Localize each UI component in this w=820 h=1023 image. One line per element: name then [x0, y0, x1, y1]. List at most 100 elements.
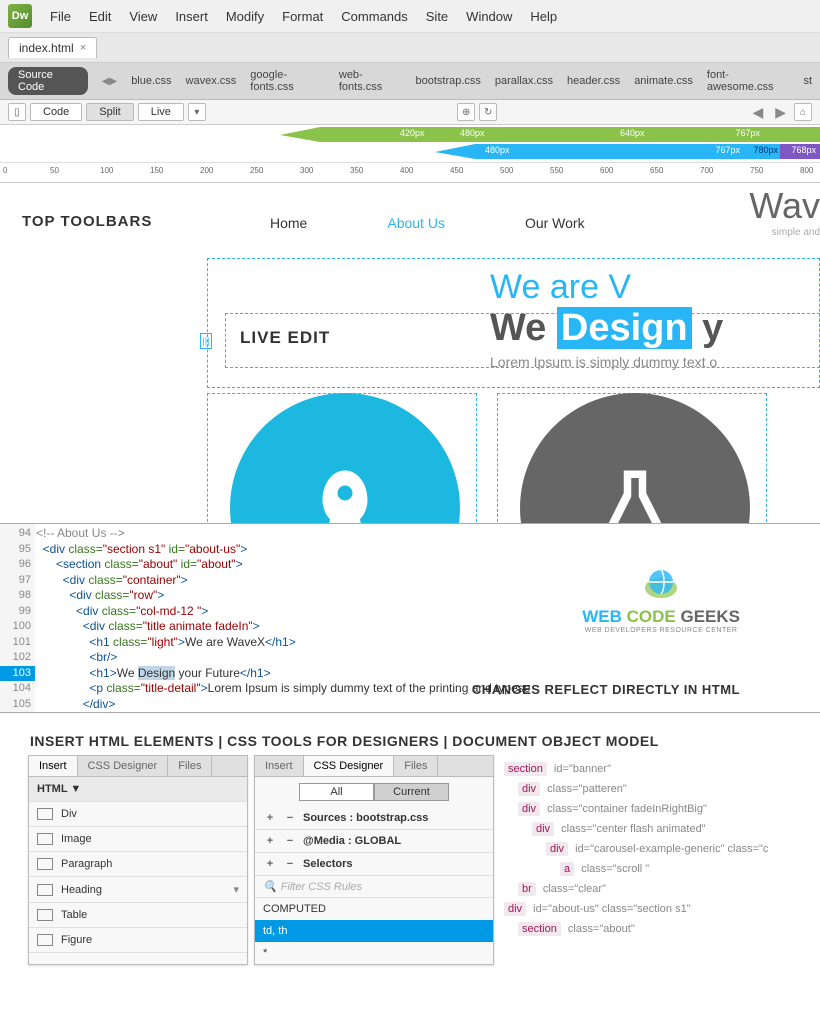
code-view[interactable]: 949596979899100101102103104105106 <!-- A… [0, 523, 820, 713]
menu-site[interactable]: Site [426, 9, 448, 24]
css-fa[interactable]: font-awesome.css [707, 69, 790, 93]
selector-star[interactable]: * [255, 942, 493, 964]
home-icon[interactable]: ⌂ [794, 103, 812, 121]
menu-edit[interactable]: Edit [89, 9, 111, 24]
line-gutter: 949596979899100101102103104105106 [0, 524, 35, 713]
panel-icon[interactable]: ▯ [8, 103, 26, 121]
app-logo: Dw [8, 4, 32, 28]
tab-index[interactable]: index.html × [8, 37, 97, 58]
insert-heading[interactable]: Heading▾ [29, 877, 247, 903]
selector-tdth[interactable]: td, th [255, 920, 493, 942]
menu-view[interactable]: View [129, 9, 157, 24]
plus-icon[interactable]: + [263, 812, 277, 824]
dom-node[interactable]: div id="carousel-example-generic" class=… [504, 839, 788, 859]
r450: 450 [450, 166, 463, 175]
insert-figure[interactable]: Figure [29, 928, 247, 953]
css-parallax[interactable]: parallax.css [495, 75, 553, 87]
related-files-bar: Source Code ◀▶ blue.css wavex.css google… [0, 63, 820, 100]
hero-line3: Lorem Ipsum is simply dummy text o [490, 354, 820, 370]
insert-paragraph[interactable]: Paragraph [29, 852, 247, 877]
menu-commands[interactable]: Commands [341, 9, 407, 24]
tab-insert[interactable]: Insert [29, 756, 78, 776]
css-animate[interactable]: animate.css [634, 75, 693, 87]
r500: 500 [500, 166, 513, 175]
dom-node[interactable]: a class="scroll " [504, 859, 788, 879]
nav-home[interactable]: Home [270, 215, 307, 231]
media-query-bar[interactable]: 420px 480px 640px 767px 480px 767px 780p… [0, 125, 820, 163]
tab-insert2[interactable]: Insert [255, 756, 304, 776]
css-web[interactable]: web-fonts.css [339, 69, 402, 93]
live-view-button[interactable]: Live [138, 103, 184, 121]
dom-node[interactable]: div class="container fadeInRightBig" [504, 799, 788, 819]
annotation-changes: CHANGES REFLECT DIRECTLY IN HTML [472, 682, 740, 697]
r550: 550 [550, 166, 563, 175]
view-toolbar: ▯ Code Split Live ▾ ⊕ ↻ ◀ ▶ ⌂ [0, 100, 820, 125]
selectors-row[interactable]: +−Selectors [255, 853, 493, 876]
menu-format[interactable]: Format [282, 9, 323, 24]
nav-work[interactable]: Our Work [525, 215, 585, 231]
minus-icon[interactable]: − [283, 812, 297, 824]
sources-row[interactable]: +−Sources : bootstrap.css [255, 807, 493, 830]
dom-node[interactable]: section class="about" [504, 919, 788, 939]
paragraph-icon [37, 858, 53, 870]
tab-cssdesigner2[interactable]: CSS Designer [304, 756, 395, 776]
tab-label: index.html [19, 41, 74, 55]
fwd-icon[interactable]: ▶ [771, 104, 790, 121]
menu-help[interactable]: Help [530, 9, 557, 24]
css-bootstrap[interactable]: bootstrap.css [415, 75, 480, 87]
css-header[interactable]: header.css [567, 75, 620, 87]
css-wavex[interactable]: wavex.css [186, 75, 237, 87]
tab-files[interactable]: Files [168, 756, 212, 776]
resize-handle[interactable]: ||| [200, 333, 212, 349]
dom-node[interactable]: div class="patteren" [504, 779, 788, 799]
dom-node[interactable]: div id="about-us" class="section s1" [504, 899, 788, 919]
filter-input[interactable]: 🔍Filter CSS Rules [255, 876, 493, 898]
mq-768: 768px [791, 145, 816, 155]
tab-files2[interactable]: Files [394, 756, 438, 776]
mq-b767: 767px [715, 145, 740, 155]
target-icon[interactable]: ⊕ [457, 103, 475, 121]
split-view-button[interactable]: Split [86, 103, 133, 121]
menu-insert[interactable]: Insert [175, 9, 208, 24]
live-preview[interactable]: TOP TOOLBARS Home About Us Our Work Wav … [0, 183, 820, 523]
r650: 650 [650, 166, 663, 175]
close-icon[interactable]: × [80, 42, 86, 54]
dropdown-icon[interactable]: ▾ [188, 103, 206, 121]
media-row[interactable]: +−@Media : GLOBAL [255, 830, 493, 853]
flask-icon [590, 463, 680, 523]
r0: 0 [3, 166, 7, 175]
dom-node[interactable]: br class="clear" [504, 879, 788, 899]
div-icon [37, 808, 53, 820]
all-current-toggle[interactable]: All Current [299, 783, 449, 801]
css-more[interactable]: st [803, 75, 812, 87]
mq-480: 480px [460, 128, 485, 138]
css-blue[interactable]: blue.css [131, 75, 171, 87]
menu-window[interactable]: Window [466, 9, 512, 24]
menu-file[interactable]: File [50, 9, 71, 24]
all-button[interactable]: All [299, 783, 374, 801]
r400: 400 [400, 166, 413, 175]
insert-category[interactable]: HTML ▼ [29, 777, 247, 802]
css-google[interactable]: google-fonts.css [250, 69, 325, 93]
menu-modify[interactable]: Modify [226, 9, 264, 24]
dom-node[interactable]: div class="center flash animated" [504, 819, 788, 839]
wcg-watermark: WEB CODE GEEKS WEB DEVELOPERS RESOURCE C… [582, 564, 740, 634]
code-view-button[interactable]: Code [30, 103, 82, 121]
insert-table[interactable]: Table [29, 903, 247, 928]
hero-line1: We are V [490, 268, 820, 307]
brand-logo: Wav simple and [749, 185, 820, 238]
computed-row[interactable]: COMPUTED [255, 898, 493, 920]
insert-image[interactable]: Image [29, 827, 247, 852]
insert-div[interactable]: Div [29, 802, 247, 827]
back-icon[interactable]: ◀ [748, 104, 767, 121]
site-nav: Home About Us Our Work [270, 215, 585, 231]
source-code-button[interactable]: Source Code [8, 67, 88, 95]
refresh-icon[interactable]: ↻ [479, 103, 497, 121]
nav-about[interactable]: About Us [387, 215, 445, 231]
image-icon [37, 833, 53, 845]
current-button[interactable]: Current [374, 783, 449, 801]
tab-cssdesigner[interactable]: CSS Designer [78, 756, 169, 776]
dom-node[interactable]: section id="banner" [504, 759, 788, 779]
r50: 50 [50, 166, 59, 175]
prev-icon[interactable]: ◀▶ [102, 76, 117, 87]
